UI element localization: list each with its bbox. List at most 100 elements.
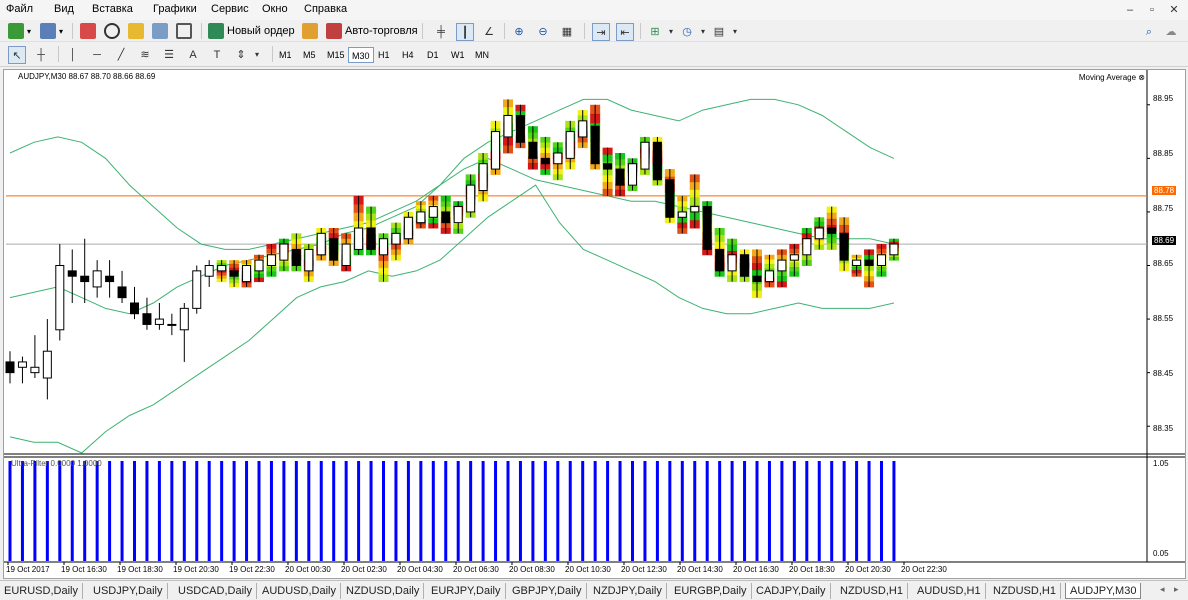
candle-body [478,163,488,192]
menu-insert[interactable]: Вставка [92,3,133,15]
timeframe-m15[interactable]: M15 [324,47,348,63]
tab-eurjpy-daily[interactable]: EURJPY,Daily [427,583,506,599]
metaeditor-button[interactable] [302,22,318,40]
tab-audusd-h1[interactable]: AUDUSD,H1 [913,583,986,599]
menu-view[interactable]: Вид [54,3,74,15]
zoom-in-icon[interactable]: ⊕ [510,23,528,41]
candle-body [540,157,550,165]
tab-scroll-left-icon[interactable]: ◂ [1160,584,1165,595]
tab-nzdusd-h1[interactable]: NZDUSD,H1 [836,583,908,599]
dropdown-arrow-icon[interactable]: ▾ [726,23,744,41]
dropdown-arrow-icon[interactable]: ▾ [248,46,266,64]
terminal-button[interactable] [152,22,168,40]
timeframe-m1[interactable]: M1 [276,47,295,63]
candle-body [167,323,177,326]
tab-audjpy-m30[interactable]: AUDJPY,M30 [1065,583,1142,599]
filter-bar [556,461,560,561]
indicator-close-icon[interactable]: ⊗ [1138,73,1145,82]
channel-icon[interactable]: ≋ [136,46,154,64]
candle-body [839,232,849,261]
market-watch-button[interactable] [80,22,96,40]
favorites-button[interactable] [128,22,144,40]
chart-canvas[interactable] [4,70,1185,578]
new-order-button[interactable]: Новый ордер [208,22,295,40]
time-axis-label: 20 Oct 04:30 [397,565,443,574]
tester-button[interactable] [176,22,192,40]
candle-body [665,179,675,218]
tile-windows-icon[interactable]: ▦ [558,23,576,41]
menu-charts[interactable]: Графики [153,3,197,15]
chart-title: AUDJPY,M30 88.67 88.70 88.66 88.69 [18,72,156,81]
chart-shift-icon[interactable]: ⇤ [616,23,634,41]
new-chart-button[interactable]: ▾ [8,22,31,40]
tab-usdjpy-daily[interactable]: USDJPY,Daily [89,583,168,599]
tab-gbpjpy-daily[interactable]: GBPJPY,Daily [508,583,587,599]
timeframe-m30[interactable]: M30 [348,47,374,63]
tab-nzdjpy-daily[interactable]: NZDJPY,Daily [589,583,667,599]
filter-bar [494,461,498,561]
restore-icon[interactable]: ▫ [1145,3,1159,17]
filter-bar [245,461,249,561]
candle-body [491,131,501,170]
timeframe-m5[interactable]: M5 [300,47,319,63]
filter-bar [232,461,236,561]
profiles-button[interactable]: ▾ [40,22,63,40]
tab-eurgbp-daily[interactable]: EURGBP,Daily [670,583,752,599]
filter-bar [83,461,87,561]
auto-trading-button[interactable]: Авто-торговля [326,22,418,40]
timeframe-w1[interactable]: W1 [448,47,468,63]
line-chart-icon[interactable]: ∠ [480,23,498,41]
filter-bar [767,461,771,561]
toolbar-divider [504,23,505,39]
sub-axis-top: 1.05 [1153,459,1169,468]
timeframe-mn[interactable]: MN [472,47,492,63]
tab-eurusd-daily[interactable]: EURUSD,Daily [0,583,83,599]
tab-nzdusd-h1-2[interactable]: NZDUSD,H1 [989,583,1061,599]
menu-help[interactable]: Справка [304,3,347,15]
autoscroll-icon[interactable]: ⇥ [592,23,610,41]
bar-chart-icon[interactable]: ╪ [432,23,450,41]
tab-cadjpy-daily[interactable]: CADJPY,Daily [752,583,831,599]
chat-icon[interactable]: ☁ [1162,23,1180,41]
timeframe-h1[interactable]: H1 [375,47,393,63]
candle-body [553,152,563,165]
tab-audusd-daily[interactable]: AUDUSD,Daily [258,583,341,599]
candle-body [304,248,314,272]
zoom-out-icon[interactable]: ⊖ [534,23,552,41]
fibonacci-icon[interactable]: ☰ [160,46,178,64]
filter-bar [730,461,734,561]
filter-bar [133,461,136,561]
candlestick-icon[interactable]: ┃ [456,23,474,41]
trendline-icon[interactable]: ╱ [112,46,130,64]
search-icon[interactable]: ⌕ [1140,23,1158,41]
candle-body [117,286,127,299]
auto-trading-label: Авто-торговля [345,25,418,37]
close-icon[interactable]: ✕ [1167,3,1181,17]
price-axis-label: 88.45 [1153,369,1174,378]
text-icon[interactable]: A [184,46,202,64]
time-axis-label: 20 Oct 10:30 [565,565,611,574]
navigator-button[interactable] [104,22,120,40]
cursor-icon[interactable]: ↖ [8,46,26,64]
tab-usdcad-daily[interactable]: USDCAD,Daily [174,583,257,599]
horizontal-line-icon[interactable]: ─ [88,46,106,64]
crosshair-icon[interactable]: ┼ [32,46,50,64]
new-chart-icon [8,23,24,39]
tab-nzdusd-daily[interactable]: NZDUSD,Daily [342,583,425,599]
timeframe-d1[interactable]: D1 [424,47,442,63]
moving-average-label: Moving Average [1078,73,1137,82]
candle-body [789,254,799,261]
candle-body [55,265,65,331]
filter-bar [269,461,273,561]
menu-file[interactable]: Файл [6,3,33,15]
filter-bar [606,461,610,561]
candle-body [154,318,164,325]
timeframe-h4[interactable]: H4 [399,47,417,63]
tab-scroll-right-icon[interactable]: ▸ [1174,584,1179,595]
label-icon[interactable]: T [208,46,226,64]
chart-window[interactable]: AUDJPY,M30 88.67 88.70 88.66 88.69 Movin… [3,69,1186,579]
vertical-line-icon[interactable]: │ [64,46,82,64]
menu-window[interactable]: Окно [262,3,288,15]
minimize-icon[interactable]: – [1123,3,1137,17]
menu-tools[interactable]: Сервис [211,3,249,15]
